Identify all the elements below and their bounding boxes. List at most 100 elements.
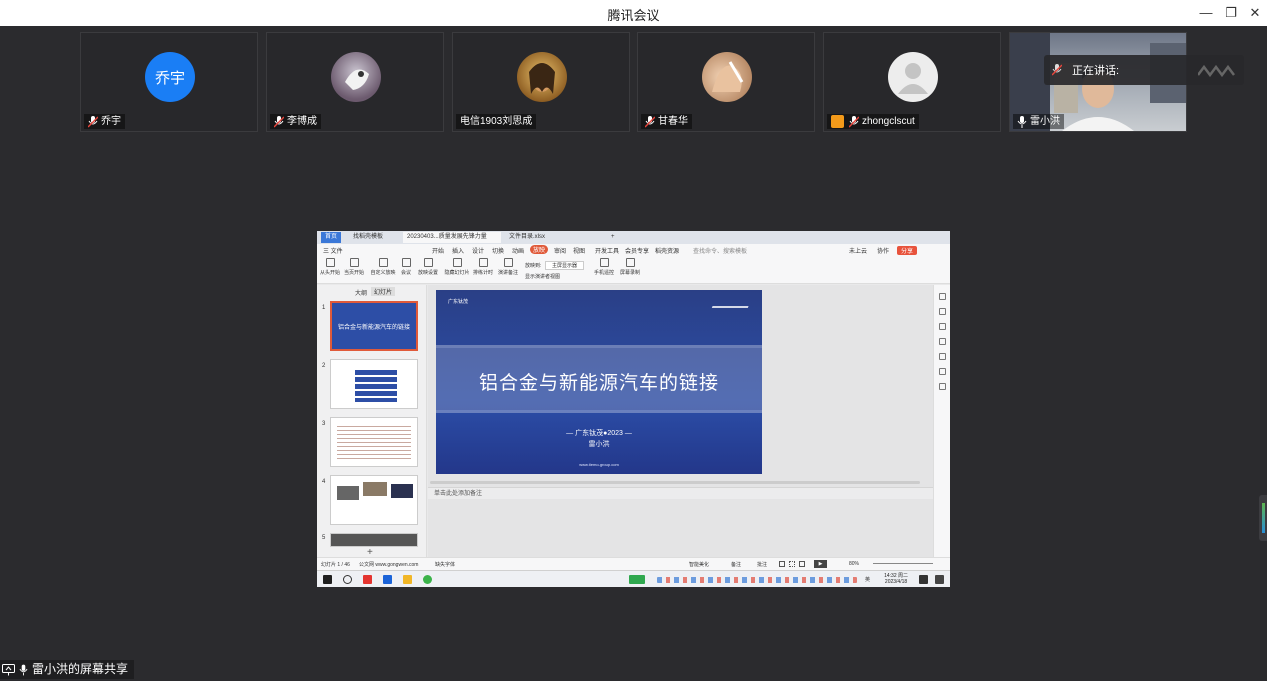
presentation-icon[interactable] [938, 383, 946, 390]
current-slide[interactable]: 广东钛茂 铝合金与新能源汽车的链接 — 广东钛茂●2023 — 雷小洪 www.… [436, 290, 762, 474]
participant-tile[interactable]: zhongclscut [823, 32, 1001, 132]
participant-tile[interactable]: 电信1903刘思成 [452, 32, 630, 132]
custom-show-button[interactable]: 自定义放映 [369, 258, 397, 276]
shared-screen[interactable]: 首页 找稻壳模板 20230403...质量发展先锋力量 文件目录.xlsx +… [317, 231, 950, 587]
normal-view-icon[interactable] [779, 561, 785, 567]
slide-thumbnail[interactable] [330, 359, 418, 409]
wps-app-icon[interactable] [363, 575, 372, 584]
app-icon[interactable] [423, 575, 432, 584]
action-center-icon[interactable] [935, 575, 944, 584]
thumb-title: 铝合金与新能源汽车的链接 [337, 325, 410, 331]
tab-template[interactable]: 找稻壳模板 [349, 232, 387, 243]
taskbar-clock[interactable]: 14:32 周二 2023/4/18 [884, 573, 908, 585]
tab-presentation[interactable]: 20230403...质量发展先锋力量 [403, 232, 501, 243]
pin-icon[interactable] [938, 308, 946, 315]
collaborate-button[interactable]: 协作 [877, 246, 889, 255]
menu-member[interactable]: 会员专享 [625, 246, 649, 255]
media-icon[interactable] [938, 353, 946, 360]
missing-font[interactable]: 缺失字体 [435, 561, 455, 568]
participant-name-label: 李博成 [270, 114, 321, 129]
input-language[interactable]: 英 [865, 576, 870, 583]
menu-bar: 三 文件 开始 插入 设计 切换 动画 放映 审阅 视图 开发工具 会员专享 稻… [317, 244, 950, 256]
slide-url: www.tiemo-group.com [579, 462, 619, 467]
menu-file[interactable]: 三 文件 [323, 246, 343, 255]
share-button[interactable]: 分享 [897, 246, 918, 255]
side-expand-handle[interactable] [1259, 495, 1267, 541]
presenter-view-checkbox[interactable]: 显示演讲者视图 [525, 273, 560, 280]
file-explorer-icon[interactable] [403, 575, 412, 584]
slide-thumbnail[interactable] [330, 417, 418, 467]
close-icon[interactable]: ✕ [1245, 3, 1265, 23]
slide-thumbnail[interactable] [330, 533, 418, 547]
menu-transition[interactable]: 切换 [492, 246, 504, 255]
cloud-status[interactable]: 未上云 [849, 246, 867, 255]
tray-app-icon[interactable] [629, 575, 645, 584]
display-label: 放映到: [525, 263, 542, 269]
screen-record-button[interactable]: 屏幕录制 [619, 258, 641, 276]
properties-icon[interactable] [938, 293, 946, 300]
windows-taskbar: 英 14:32 周二 2023/4/18 [317, 570, 950, 587]
minimize-icon[interactable]: — [1196, 3, 1216, 23]
restore-icon[interactable]: ❐ [1221, 3, 1241, 23]
copy-icon[interactable] [938, 323, 946, 330]
display-select[interactable]: 主屏显示器 [545, 261, 585, 270]
slide-thumbnail[interactable] [330, 475, 418, 525]
menu-review[interactable]: 审阅 [554, 246, 566, 255]
tab-spreadsheet[interactable]: 文件目录.xlsx [505, 232, 549, 243]
menu-insert[interactable]: 插入 [452, 246, 464, 255]
slide-count: 幻灯片 1 / 46 [321, 562, 350, 568]
windows-start-icon[interactable] [323, 575, 332, 584]
document-tabs: 首页 找稻壳模板 20230403...质量发展先锋力量 文件目录.xlsx + [317, 231, 950, 244]
location-icon[interactable] [938, 368, 946, 375]
avatar-image [345, 69, 369, 90]
phone-remote-button[interactable]: 手机遥控 [593, 258, 615, 276]
panel-tab-slides[interactable]: 幻灯片 [371, 287, 396, 296]
speaking-label: 正在讲话: [1072, 65, 1120, 77]
menu-developer[interactable]: 开发工具 [595, 246, 619, 255]
notes-toggle[interactable]: 备注 [731, 561, 741, 568]
grid-view-icon[interactable] [789, 561, 795, 567]
participant-name-label: zhongclscut [827, 114, 919, 129]
mic-muted-icon [849, 115, 859, 128]
meeting-button[interactable]: 会议 [395, 258, 417, 276]
slide-author: 雷小洪 [588, 441, 610, 448]
hide-slide-button[interactable]: 隐藏幻灯片 [443, 258, 471, 276]
smart-beautify-button[interactable]: 智能美化 [689, 561, 709, 568]
menu-animation[interactable]: 动画 [512, 246, 524, 255]
audio-wave-icon [1198, 64, 1235, 77]
slide-title: 铝合金与新能源汽车的链接 [478, 373, 719, 394]
menu-home[interactable]: 开始 [432, 246, 444, 255]
new-tab-icon[interactable]: + [607, 232, 619, 243]
participant-tile[interactable]: 甘春华 [637, 32, 815, 132]
command-search[interactable]: 查找命令、搜索模板 [693, 246, 747, 255]
horizontal-scrollbar[interactable] [430, 481, 920, 484]
participant-tile[interactable]: 乔宇 乔宇 [80, 32, 258, 132]
mic-muted-icon [1052, 64, 1062, 76]
search-icon[interactable] [343, 575, 352, 584]
from-start-button[interactable]: 从头开始 [319, 258, 341, 276]
menu-resources[interactable]: 稻壳资源 [655, 246, 679, 255]
zoom-slider[interactable] [873, 563, 933, 564]
menu-view[interactable]: 视图 [573, 246, 585, 255]
reading-view-icon[interactable] [799, 561, 805, 567]
meeting-app-icon[interactable] [383, 575, 392, 584]
comments-toggle[interactable]: 批注 [757, 561, 767, 568]
participant-tile[interactable]: 李博成 [266, 32, 444, 132]
show-settings-button[interactable]: 放映设置 [417, 258, 439, 276]
tab-home[interactable]: 首页 [321, 232, 342, 243]
panel-tab-outline[interactable]: 大纲 [355, 288, 367, 297]
slide-editor-canvas[interactable]: 广东钛茂 铝合金与新能源汽车的链接 — 广东钛茂●2023 — 雷小洪 www.… [428, 285, 933, 557]
rehearse-button[interactable]: 排练计时 [472, 258, 494, 276]
notification-icon[interactable] [919, 575, 928, 584]
play-button[interactable]: ▶ [814, 560, 827, 568]
tray-icons[interactable] [657, 577, 857, 583]
screen-share-label: 雷小洪的屏幕共享 [32, 662, 129, 676]
menu-slideshow[interactable]: 放映 [530, 245, 549, 254]
from-current-button[interactable]: 当页开始 [343, 258, 365, 276]
layers-icon[interactable] [938, 338, 946, 345]
slide-thumbnail[interactable]: 铝合金与新能源汽车的链接 [330, 301, 418, 351]
speaker-notes-button[interactable]: 演讲备注 [497, 258, 519, 276]
menu-design[interactable]: 设计 [472, 246, 484, 255]
notes-area[interactable]: 单击此处添加备注 [428, 487, 933, 499]
slide-subtitle: — 广东钛茂●2023 — [566, 430, 632, 437]
